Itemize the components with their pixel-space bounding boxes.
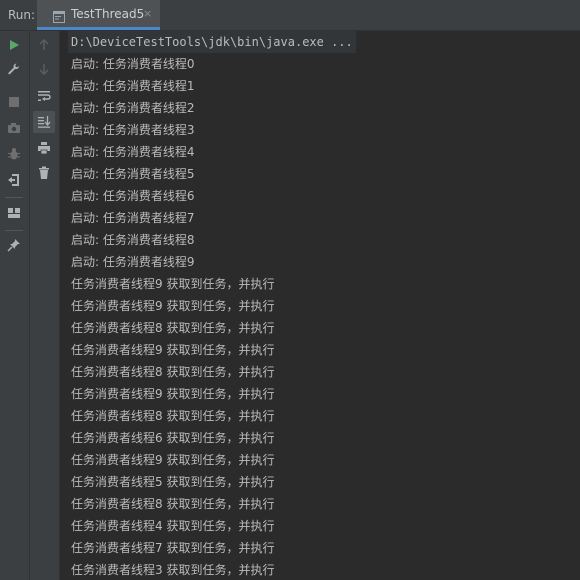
trash-icon[interactable] [35, 164, 53, 182]
console-line: 任务消费者线程9 获取到任务，并执行 [71, 453, 275, 467]
print-icon[interactable] [35, 139, 53, 157]
rerun-icon[interactable] [5, 36, 23, 54]
close-icon[interactable]: × [143, 7, 152, 20]
console-line: 启动: 任务消费者线程3 [71, 123, 195, 137]
console-line: 启动: 任务消费者线程4 [71, 145, 195, 159]
console-line: 启动: 任务消费者线程9 [71, 255, 195, 269]
console-line: 启动: 任务消费者线程2 [71, 101, 195, 115]
console-line: 任务消费者线程8 获取到任务，并执行 [71, 497, 275, 511]
console-line: 任务消费者线程9 获取到任务，并执行 [71, 277, 275, 291]
wrench-icon[interactable] [5, 60, 23, 78]
console-tab-icon [53, 8, 65, 23]
console-line: 启动: 任务消费者线程0 [71, 57, 195, 71]
run-label: Run: [8, 8, 36, 22]
console-line: 任务消费者线程4 获取到任务，并执行 [71, 519, 275, 533]
pin-icon[interactable] [5, 236, 23, 254]
run-tab-bar: Run: TestThread5 × [0, 0, 580, 31]
arrow-down-icon[interactable] [35, 60, 53, 78]
toolbar-separator [5, 197, 23, 198]
camera-icon[interactable] [5, 119, 23, 137]
console-line: 任务消费者线程6 获取到任务，并执行 [71, 431, 275, 445]
exit-icon[interactable] [5, 171, 23, 189]
layout-icon[interactable] [5, 204, 23, 222]
console-line: 启动: 任务消费者线程1 [71, 79, 195, 93]
console-line: 任务消费者线程8 获取到任务，并执行 [71, 365, 275, 379]
console-output[interactable]: D:\DeviceTestTools\jdk\bin\java.exe ... … [60, 31, 580, 580]
soft-wrap-icon[interactable] [35, 87, 53, 105]
console-line: 启动: 任务消费者线程6 [71, 189, 195, 203]
console-line: 任务消费者线程7 获取到任务，并执行 [71, 541, 275, 555]
console-line: 任务消费者线程8 获取到任务，并执行 [71, 409, 275, 423]
console-line: 任务消费者线程8 获取到任务，并执行 [71, 321, 275, 335]
console-line: 任务消费者线程9 获取到任务，并执行 [71, 343, 275, 357]
toolbar-separator [5, 230, 23, 231]
arrow-up-icon[interactable] [35, 36, 53, 54]
console-line: 任务消费者线程5 获取到任务，并执行 [71, 475, 275, 489]
stop-icon[interactable] [5, 93, 23, 111]
console-line: 启动: 任务消费者线程5 [71, 167, 195, 181]
tab-testthread5[interactable]: TestThread5 × [37, 0, 160, 30]
console-line: 启动: 任务消费者线程8 [71, 233, 195, 247]
console-actions-toolbar [30, 31, 60, 580]
console-line: 任务消费者线程9 获取到任务，并执行 [71, 299, 275, 313]
console-line: 任务消费者线程3 获取到任务，并执行 [71, 563, 275, 577]
bug-icon[interactable] [5, 145, 23, 163]
run-actions-toolbar [0, 31, 30, 580]
tab-title: TestThread5 [71, 7, 145, 21]
run-tool-window: Run: TestThread5 × D:\DeviceTestTools\jd… [0, 0, 580, 580]
console-line: 启动: 任务消费者线程7 [71, 211, 195, 225]
console-line: 任务消费者线程9 获取到任务，并执行 [71, 387, 275, 401]
command-line[interactable]: D:\DeviceTestTools\jdk\bin\java.exe ... [68, 31, 356, 53]
scroll-to-end-icon[interactable] [33, 111, 55, 133]
